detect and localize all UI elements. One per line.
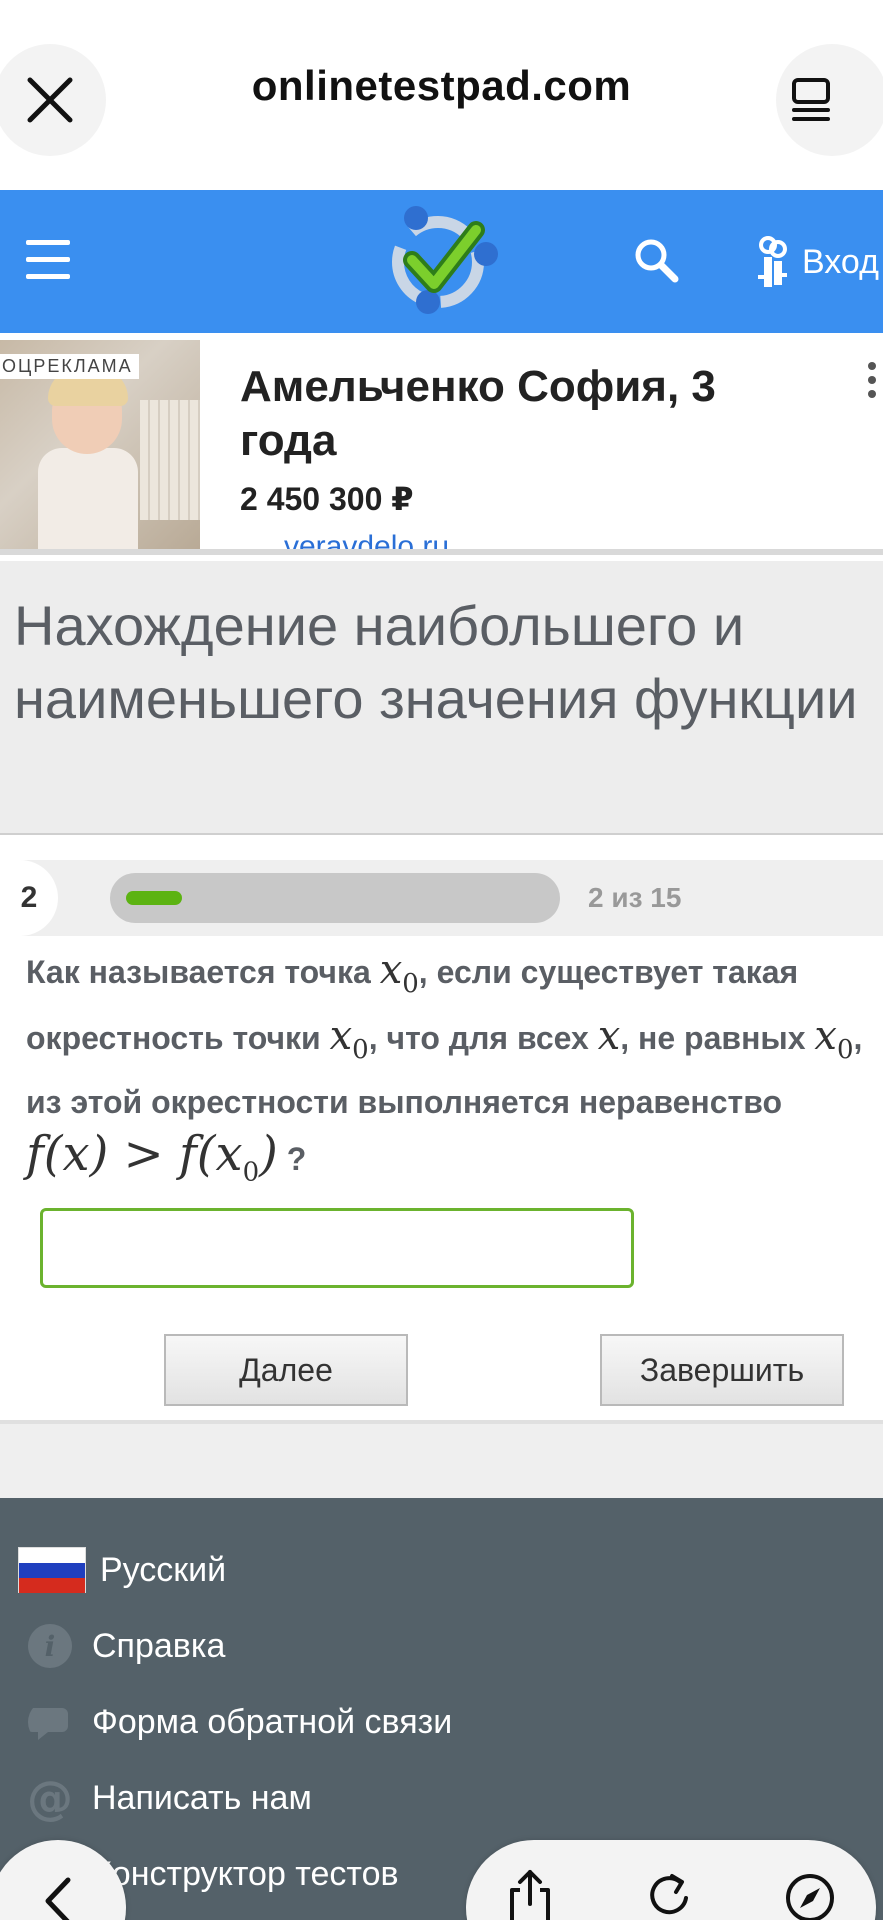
russia-flag-icon bbox=[18, 1547, 86, 1593]
at-icon: @ bbox=[27, 1771, 73, 1825]
progress-bar bbox=[110, 873, 560, 923]
compass-icon[interactable] bbox=[782, 1868, 838, 1920]
ad-title[interactable]: Амельченко София, 3 года bbox=[240, 360, 800, 468]
url-label[interactable]: onlinetestpad.com bbox=[0, 62, 883, 110]
more-options-icon[interactable] bbox=[868, 362, 880, 408]
test-title: Нахождение наибольшего и наименьшего зна… bbox=[14, 594, 858, 730]
footer-item-label: Конструктор тестов bbox=[92, 1854, 399, 1893]
info-icon: i bbox=[28, 1624, 72, 1668]
ad-badge: ОЦРЕКЛАМА bbox=[0, 354, 139, 379]
footer-item-label: Справка bbox=[92, 1626, 226, 1665]
footer-item-label: Форма обратной связи bbox=[92, 1702, 453, 1741]
tabs-icon bbox=[792, 78, 830, 121]
progress-fill bbox=[126, 891, 182, 905]
next-button[interactable]: Далее bbox=[164, 1334, 408, 1406]
question-number: 2 bbox=[0, 860, 58, 936]
browser-toolbar bbox=[466, 1840, 876, 1920]
ad-price: 2 450 300 ₽ bbox=[240, 481, 414, 517]
tabs-button[interactable] bbox=[776, 44, 883, 156]
progress-counter: 2 из 15 bbox=[588, 882, 682, 913]
share-icon[interactable] bbox=[502, 1868, 558, 1920]
inequality-formula: f(x) > f(x0) bbox=[26, 1126, 278, 1188]
ad-link[interactable]: veravdelo.ru bbox=[284, 530, 449, 549]
site-header: Вход bbox=[0, 190, 883, 333]
spacer bbox=[0, 1424, 883, 1498]
ad-banner[interactable]: ОЦРЕКЛАМА Амельченко София, 3 года 2 450… bbox=[0, 340, 883, 555]
chevron-left-icon bbox=[45, 1877, 71, 1920]
progress-row: 2 2 из 15 bbox=[0, 860, 883, 936]
site-logo[interactable] bbox=[378, 202, 504, 320]
reload-icon[interactable] bbox=[642, 1868, 698, 1920]
answer-input[interactable] bbox=[40, 1208, 634, 1288]
login-link[interactable]: Вход bbox=[756, 234, 879, 290]
footer-item-label: Написать нам bbox=[92, 1778, 312, 1817]
chat-icon bbox=[28, 1708, 68, 1740]
browser-top-bar: onlinetestpad.com bbox=[0, 0, 883, 190]
keys-icon bbox=[758, 236, 787, 287]
footer-item-label: Русский bbox=[100, 1550, 227, 1589]
test-title-block: Нахождение наибольшего и наименьшего зна… bbox=[0, 561, 883, 835]
question-text: Как называется точка x0, если существует… bbox=[26, 947, 863, 1188]
search-icon[interactable] bbox=[632, 236, 680, 284]
finish-button[interactable]: Завершить bbox=[600, 1334, 844, 1406]
menu-icon[interactable] bbox=[26, 240, 70, 280]
login-label: Вход bbox=[802, 242, 879, 281]
